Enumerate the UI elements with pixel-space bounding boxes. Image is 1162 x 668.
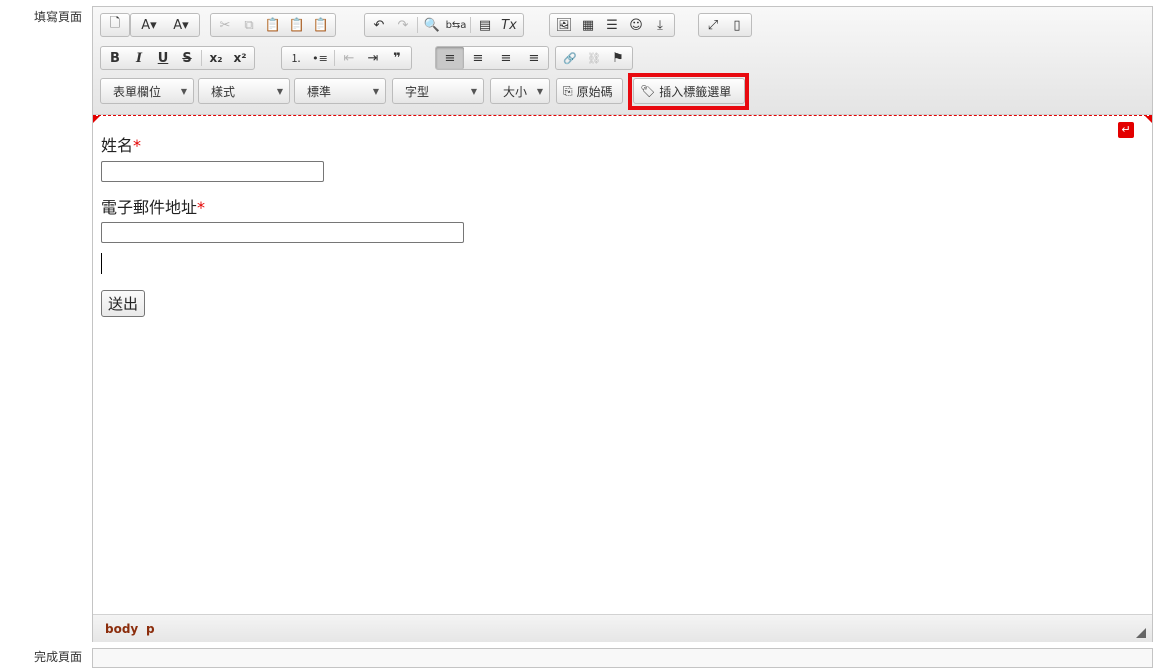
toolbar-group-insert: 🖼 ▦ ☰ ☺ ⤓ xyxy=(549,13,675,37)
bg-color-icon[interactable]: A▾ xyxy=(165,15,197,35)
chevron-down-icon: ▼ xyxy=(372,86,379,96)
select-all-icon[interactable]: ▤ xyxy=(473,15,497,35)
source-icon: ⎘ xyxy=(563,83,573,98)
highlight-box xyxy=(628,73,749,110)
replace-icon[interactable]: b⇆a xyxy=(444,15,468,35)
copy-icon[interactable]: ⧉ xyxy=(237,15,261,35)
table-icon[interactable]: ▦ xyxy=(576,15,600,35)
unlink-icon[interactable]: ⛓ xyxy=(582,48,606,68)
source-button-label: 原始碼 xyxy=(576,84,613,99)
rich-text-editor: 🗋 A▾ A▾ ✂ ⧉ 📋 📋 📋 ↶ ↷ 🔍 b⇆a ▤ Tx 🖼 ▦ ☰ ☺… xyxy=(92,6,1153,642)
toolbar-group-document: 🗋 xyxy=(100,13,130,37)
form-field-combo-label: 表單欄位 xyxy=(113,84,162,99)
font-combo-label: 字型 xyxy=(405,84,430,99)
maximize-icon[interactable]: ⤢ xyxy=(701,15,725,35)
element-path-bar: body p xyxy=(93,614,1152,642)
email-label-text: 電子郵件地址 xyxy=(101,198,198,217)
toolbar-group-editing: ↶ ↷ 🔍 b⇆a ▤ Tx xyxy=(364,13,524,37)
chevron-down-icon: ▼ xyxy=(536,86,543,96)
source-button[interactable]: ⎘ 原始碼 xyxy=(556,78,623,104)
chevron-down-icon: ▼ xyxy=(180,86,187,96)
style-combo[interactable]: 樣式 ▼ xyxy=(198,78,290,104)
text-color-icon[interactable]: A▾ xyxy=(133,15,165,35)
italic-icon[interactable]: I xyxy=(127,48,151,68)
cut-icon[interactable]: ✂ xyxy=(213,15,237,35)
form-field-combo[interactable]: 表單欄位 ▼ xyxy=(100,78,194,104)
separator xyxy=(470,17,471,33)
email-input[interactable] xyxy=(101,222,464,243)
submit-button[interactable]: 送出 xyxy=(101,290,146,317)
paste-word-icon[interactable]: 📋 xyxy=(309,15,333,35)
format-combo[interactable]: 標準 ▼ xyxy=(294,78,386,104)
required-mark: * xyxy=(197,198,206,217)
font-combo[interactable]: 字型 ▼ xyxy=(392,78,484,104)
name-label: 姓名* xyxy=(101,132,141,156)
toolbar-group-paragraph: ⒈ •≡ ⇤ ⇥ ❞ xyxy=(281,46,412,70)
show-blocks-icon[interactable]: ▯ xyxy=(725,15,749,35)
separator xyxy=(417,17,418,33)
enter-icon[interactable]: ↵ xyxy=(1118,122,1134,138)
blockquote-icon[interactable]: ❞ xyxy=(385,48,409,68)
name-input[interactable] xyxy=(101,161,324,182)
smiley-icon[interactable]: ☺ xyxy=(624,15,648,35)
editor-toolbar: 🗋 A▾ A▾ ✂ ⧉ 📋 📋 📋 ↶ ↷ 🔍 b⇆a ▤ Tx 🖼 ▦ ☰ ☺… xyxy=(93,7,1152,115)
subscript-icon[interactable]: x₂ xyxy=(204,48,228,68)
separator xyxy=(334,50,335,66)
required-mark: * xyxy=(133,136,142,155)
numbered-list-icon[interactable]: ⒈ xyxy=(284,48,308,68)
paste-text-icon[interactable]: 📋 xyxy=(285,15,309,35)
email-label: 電子郵件地址* xyxy=(101,194,205,218)
toolbar-group-tools: ⤢ ▯ xyxy=(698,13,752,37)
separator xyxy=(201,50,202,66)
toolbar-group-links: 🔗 ⛓ ⚑ xyxy=(555,46,633,70)
underline-icon[interactable]: U xyxy=(151,48,175,68)
remove-format-icon[interactable]: Tx xyxy=(497,15,521,35)
page-break-icon[interactable]: ⤓ xyxy=(648,15,672,35)
path-body[interactable]: body xyxy=(105,622,138,636)
size-combo[interactable]: 大小 ▼ xyxy=(490,78,550,104)
size-combo-label: 大小 xyxy=(503,84,528,99)
toolbar-group-colors: A▾ A▾ xyxy=(130,13,200,37)
anchor-icon[interactable]: ⚑ xyxy=(606,48,630,68)
align-center-icon[interactable]: ≡ xyxy=(464,48,492,68)
toolbar-group-clipboard: ✂ ⧉ 📋 📋 📋 xyxy=(210,13,336,37)
align-left-icon[interactable]: ≡ xyxy=(436,47,464,69)
next-editor xyxy=(92,648,1153,668)
resize-handle-icon[interactable] xyxy=(1136,628,1146,638)
outdent-icon[interactable]: ⇤ xyxy=(337,48,361,68)
editor-content-area[interactable]: ↵ 姓名* 電子郵件地址* 送出 xyxy=(93,115,1152,614)
chevron-down-icon: ▼ xyxy=(470,86,477,96)
chevron-down-icon: ▼ xyxy=(276,86,283,96)
text-cursor xyxy=(101,253,102,274)
link-icon[interactable]: 🔗 xyxy=(558,48,582,68)
submit-button-label: 送出 xyxy=(108,295,139,313)
next-field-label: 完成頁面 xyxy=(34,650,83,664)
name-label-text: 姓名 xyxy=(101,136,134,155)
block-corner-marker xyxy=(1145,116,1152,123)
path-p[interactable]: p xyxy=(146,622,155,636)
preview-icon[interactable]: 🗋 xyxy=(103,15,127,35)
toolbar-group-align: ≡ ≡ ≡ ≡ xyxy=(435,46,549,70)
undo-icon[interactable]: ↶ xyxy=(367,15,391,35)
find-icon[interactable]: 🔍 xyxy=(420,15,444,35)
paste-icon[interactable]: 📋 xyxy=(261,15,285,35)
format-combo-label: 標準 xyxy=(307,84,332,99)
superscript-icon[interactable]: x² xyxy=(228,48,252,68)
style-combo-label: 樣式 xyxy=(211,84,236,99)
image-icon[interactable]: 🖼 xyxy=(552,15,576,35)
block-corner-marker xyxy=(93,116,100,123)
redo-icon[interactable]: ↷ xyxy=(391,15,415,35)
bold-icon[interactable]: B xyxy=(103,48,127,68)
align-right-icon[interactable]: ≡ xyxy=(492,48,520,68)
horizontal-rule-icon[interactable]: ☰ xyxy=(600,15,624,35)
strike-icon[interactable]: S xyxy=(175,48,199,68)
align-justify-icon[interactable]: ≡ xyxy=(520,48,548,68)
indent-icon[interactable]: ⇥ xyxy=(361,48,385,68)
toolbar-group-basic-styles: B I U S x₂ x² xyxy=(100,46,255,70)
editor-field-label: 填寫頁面 xyxy=(34,10,83,24)
bulleted-list-icon[interactable]: •≡ xyxy=(308,48,332,68)
